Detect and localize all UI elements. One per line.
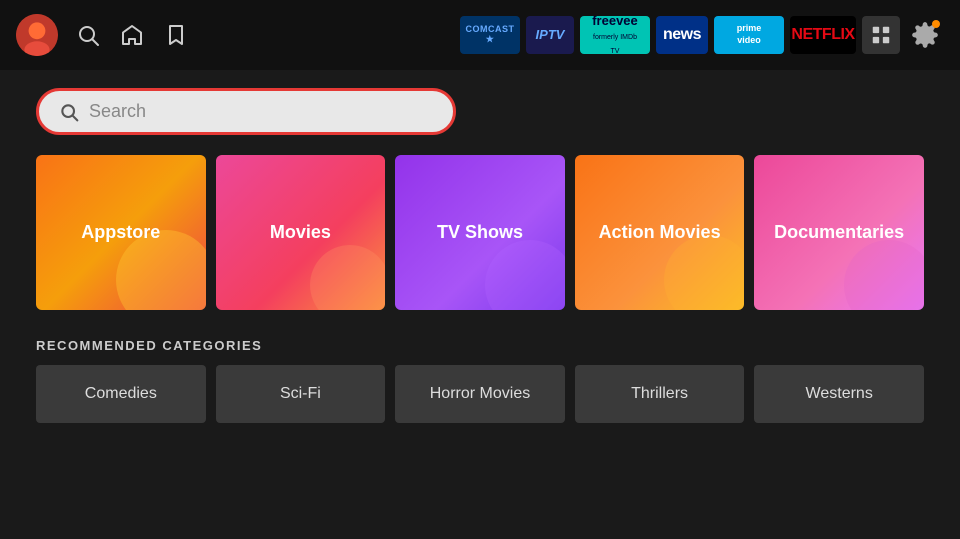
freevee-label: freeveeformerly IMDb TV xyxy=(588,16,642,54)
westerns-tile[interactable]: Westerns xyxy=(754,365,924,423)
app-shortcuts: COMCAST★ IPTV freeveeformerly IMDb TV ne… xyxy=(460,16,944,54)
comcast-app[interactable]: COMCAST★ xyxy=(460,16,520,54)
comedies-tile-label: Comedies xyxy=(85,385,157,403)
search-icon[interactable] xyxy=(74,21,102,49)
thrillers-tile-label: Thrillers xyxy=(631,385,688,403)
appstore-tile-label: Appstore xyxy=(81,222,160,243)
news-app[interactable]: news xyxy=(656,16,708,54)
tvshows-tile[interactable]: TV Shows xyxy=(395,155,565,310)
thrillers-tile[interactable]: Thrillers xyxy=(575,365,745,423)
search-bar[interactable]: Search xyxy=(36,88,456,135)
avatar[interactable] xyxy=(16,14,58,56)
westerns-tile-label: Westerns xyxy=(806,385,873,403)
iptv-app[interactable]: IPTV xyxy=(526,16,574,54)
search-input[interactable]: Search xyxy=(89,101,433,122)
freevee-app[interactable]: freeveeformerly IMDb TV xyxy=(580,16,650,54)
home-icon[interactable] xyxy=(118,21,146,49)
documentaries-tile-label: Documentaries xyxy=(774,222,904,243)
appstore-tile[interactable]: Appstore xyxy=(36,155,206,310)
recommended-tiles-row: Comedies Sci-Fi Horror Movies Thrillers … xyxy=(36,365,924,423)
horror-tile[interactable]: Horror Movies xyxy=(395,365,565,423)
main-content: Search Appstore Movies TV Shows Action M… xyxy=(0,70,960,441)
recommended-section: RECOMMENDED CATEGORIES Comedies Sci-Fi H… xyxy=(36,338,924,423)
primevideo-label: primevideo xyxy=(737,23,762,46)
movies-tile-label: Movies xyxy=(270,222,331,243)
settings-notification-dot xyxy=(932,20,940,28)
grid-menu-icon[interactable] xyxy=(862,16,900,54)
horror-tile-label: Horror Movies xyxy=(430,385,530,403)
actionmovies-tile[interactable]: Action Movies xyxy=(575,155,745,310)
movies-tile[interactable]: Movies xyxy=(216,155,386,310)
scifi-tile[interactable]: Sci-Fi xyxy=(216,365,386,423)
comcast-label: COMCAST★ xyxy=(466,25,515,45)
settings-icon[interactable] xyxy=(906,16,944,54)
netflix-label: NETFLIX xyxy=(791,26,854,44)
bookmark-icon[interactable] xyxy=(162,21,190,49)
iptv-label: IPTV xyxy=(536,28,565,42)
news-label: news xyxy=(663,26,701,44)
actionmovies-tile-label: Action Movies xyxy=(599,222,721,243)
category-tiles-row: Appstore Movies TV Shows Action Movies D… xyxy=(36,155,924,310)
search-bar-icon xyxy=(59,102,79,122)
scifi-tile-label: Sci-Fi xyxy=(280,385,321,403)
primevideo-app[interactable]: primevideo xyxy=(714,16,784,54)
recommended-section-title: RECOMMENDED CATEGORIES xyxy=(36,338,924,353)
comedies-tile[interactable]: Comedies xyxy=(36,365,206,423)
netflix-app[interactable]: NETFLIX xyxy=(790,16,856,54)
documentaries-tile[interactable]: Documentaries xyxy=(754,155,924,310)
nav-left-icons xyxy=(16,14,190,56)
top-navigation: COMCAST★ IPTV freeveeformerly IMDb TV ne… xyxy=(0,0,960,70)
tvshows-tile-label: TV Shows xyxy=(437,222,523,243)
